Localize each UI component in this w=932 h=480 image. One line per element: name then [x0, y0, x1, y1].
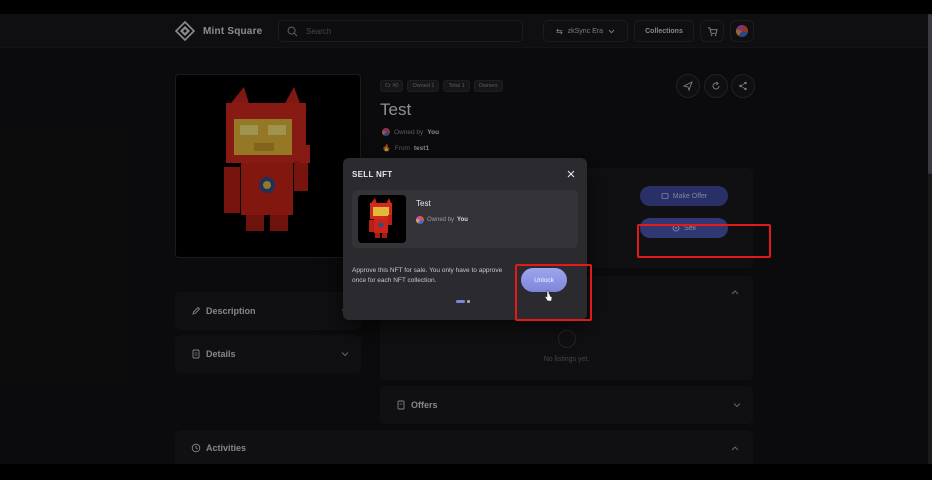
owner-avatar — [416, 216, 424, 224]
sell-highlight-box — [637, 224, 771, 258]
nft-thumbnail — [358, 195, 406, 243]
close-button[interactable] — [565, 168, 577, 180]
owned-prefix: Owned by — [427, 217, 455, 223]
step-dot-active — [456, 300, 465, 303]
close-icon — [567, 170, 575, 178]
nft-summary-card: Test Owned by You — [352, 190, 578, 248]
step-dot — [467, 300, 470, 303]
approve-instructions: Approve this NFT for sale. You only have… — [352, 267, 503, 285]
app-viewport: Mint Square ⇆ zkSync Era Collections — [0, 14, 928, 464]
modal-nft-name: Test — [416, 199, 431, 208]
modal-title: SELL NFT — [352, 170, 393, 179]
step-indicator — [456, 300, 470, 303]
owner-name: You — [457, 217, 468, 223]
modal-owner-line: Owned by You — [416, 216, 468, 224]
nft-thumbnail-art — [358, 195, 406, 243]
scrollbar-thumb[interactable] — [928, 14, 932, 174]
unlock-highlight-box — [515, 264, 592, 321]
